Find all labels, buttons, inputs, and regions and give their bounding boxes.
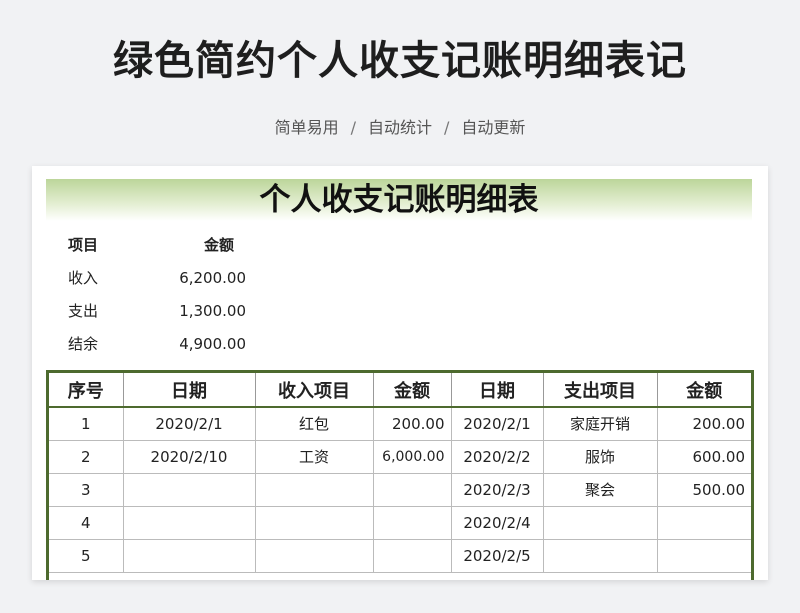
cell-income-amount[interactable] [373, 539, 452, 573]
table-row: 4 2020/2/4 [49, 506, 751, 540]
cell-expense-item[interactable] [543, 539, 658, 573]
summary-item[interactable]: 收入 [68, 261, 136, 294]
cell-expense-item[interactable]: 服饰 [543, 440, 658, 474]
cell-expense-amount[interactable]: 600.00 [657, 440, 751, 474]
sheet-title: 个人收支记账明细表 [46, 179, 752, 221]
spreadsheet-card: 个人收支记账明细表 项目 金额 收入 6,200.00 支出 1,300.00 … [32, 166, 768, 580]
cell-income-item[interactable] [255, 539, 374, 573]
cell-serial[interactable]: 1 [49, 407, 124, 441]
cell-expense-item[interactable]: 家庭开销 [543, 407, 658, 441]
cell-expense-date[interactable]: 2020/2/4 [451, 506, 544, 540]
summary-header-row: 项目 金额 [68, 228, 246, 261]
table-row: 3 2020/2/3 聚会 500.00 [49, 473, 751, 507]
summary-item[interactable]: 结余 [68, 327, 136, 360]
table-row: 5 2020/2/5 [49, 539, 751, 573]
ledger-header-row: 序号 日期 收入项目 金额 日期 支出项目 金额 [49, 373, 751, 408]
table-row: 2 2020/2/10 工资 6,000.00 2020/2/2 服饰 600.… [49, 440, 751, 474]
subtitle-separator: / [350, 118, 356, 137]
cell-income-date[interactable] [123, 539, 256, 573]
header-income-item: 收入项目 [255, 373, 374, 408]
header-income-date: 日期 [123, 373, 256, 408]
cell-income-amount[interactable]: 200.00 [373, 407, 452, 441]
cell-income-item[interactable]: 工资 [255, 440, 374, 474]
cell-expense-date[interactable]: 2020/2/5 [451, 539, 544, 573]
subtitle-item: 自动统计 [367, 118, 432, 137]
cell-income-date[interactable] [123, 506, 256, 540]
header-expense-item: 支出项目 [543, 373, 658, 408]
cell-expense-amount[interactable]: 500.00 [657, 473, 751, 507]
summary-item[interactable]: 支出 [68, 294, 136, 327]
cell-income-amount[interactable]: 6,000.00 [373, 440, 452, 474]
subtitle-item: 简单易用 [274, 118, 339, 137]
subtitle: 简单易用 / 自动统计 / 自动更新 [0, 114, 800, 138]
header-income-amount: 金额 [373, 373, 452, 408]
summary-header-item: 项目 [68, 236, 99, 254]
cell-expense-amount[interactable] [657, 506, 751, 540]
ledger-frame: 序号 日期 收入项目 金额 日期 支出项目 金额 1 2020/2/1 红包 2… [46, 370, 754, 580]
header-expense-amount: 金额 [657, 373, 751, 408]
cell-expense-amount[interactable] [657, 539, 751, 573]
page-title: 绿色简约个人收支记账明细表记 [113, 38, 687, 84]
subtitle-item: 自动更新 [461, 118, 526, 137]
header-serial: 序号 [49, 373, 124, 408]
summary-amount[interactable]: 6,200.00 [136, 261, 246, 294]
summary-row: 收入 6,200.00 [68, 261, 246, 294]
cell-expense-item[interactable] [543, 506, 658, 540]
ledger-table: 序号 日期 收入项目 金额 日期 支出项目 金额 1 2020/2/1 红包 2… [49, 373, 751, 573]
cell-income-amount[interactable] [373, 506, 452, 540]
cell-income-date[interactable]: 2020/2/1 [123, 407, 256, 441]
summary-row: 结余 4,900.00 [68, 327, 246, 360]
cell-income-item[interactable] [255, 473, 374, 507]
cell-income-item[interactable] [255, 506, 374, 540]
cell-income-item[interactable]: 红包 [255, 407, 374, 441]
table-row: 1 2020/2/1 红包 200.00 2020/2/1 家庭开销 200.0… [49, 407, 751, 441]
cell-serial[interactable]: 5 [49, 539, 124, 573]
cell-serial[interactable]: 4 [49, 506, 124, 540]
subtitle-separator: / [444, 118, 450, 137]
header-expense-date: 日期 [451, 373, 544, 408]
cell-expense-date[interactable]: 2020/2/1 [451, 407, 544, 441]
cell-serial[interactable]: 3 [49, 473, 124, 507]
cell-expense-item[interactable]: 聚会 [543, 473, 658, 507]
summary-amount[interactable]: 4,900.00 [136, 327, 246, 360]
cell-income-amount[interactable] [373, 473, 452, 507]
cell-expense-amount[interactable]: 200.00 [657, 407, 751, 441]
summary-table: 项目 金额 收入 6,200.00 支出 1,300.00 结余 4,900.0… [68, 228, 246, 360]
summary-row: 支出 1,300.00 [68, 294, 246, 327]
summary-amount[interactable]: 1,300.00 [136, 294, 246, 327]
cell-expense-date[interactable]: 2020/2/2 [451, 440, 544, 474]
cell-serial[interactable]: 2 [49, 440, 124, 474]
cell-expense-date[interactable]: 2020/2/3 [451, 473, 544, 507]
cell-income-date[interactable] [123, 473, 256, 507]
cell-income-date[interactable]: 2020/2/10 [123, 440, 256, 474]
summary-header-amount: 金额 [204, 236, 235, 254]
